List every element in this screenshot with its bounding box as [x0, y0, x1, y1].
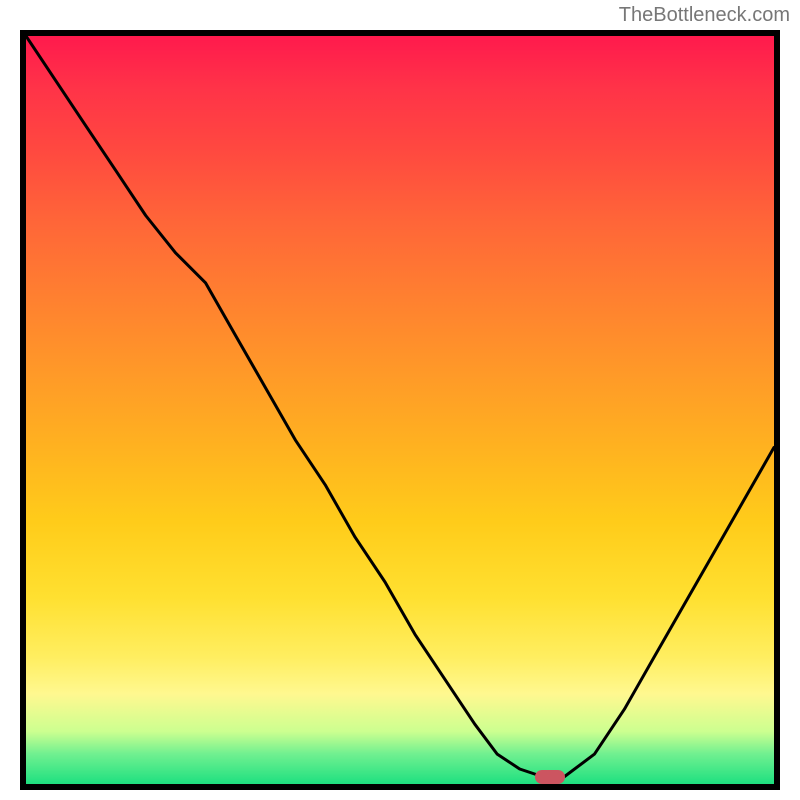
chart-curve-path — [26, 36, 774, 777]
chart-marker — [535, 770, 565, 784]
attribution-text: TheBottleneck.com — [619, 4, 790, 27]
chart-frame — [20, 30, 780, 790]
chart-line — [26, 36, 774, 784]
